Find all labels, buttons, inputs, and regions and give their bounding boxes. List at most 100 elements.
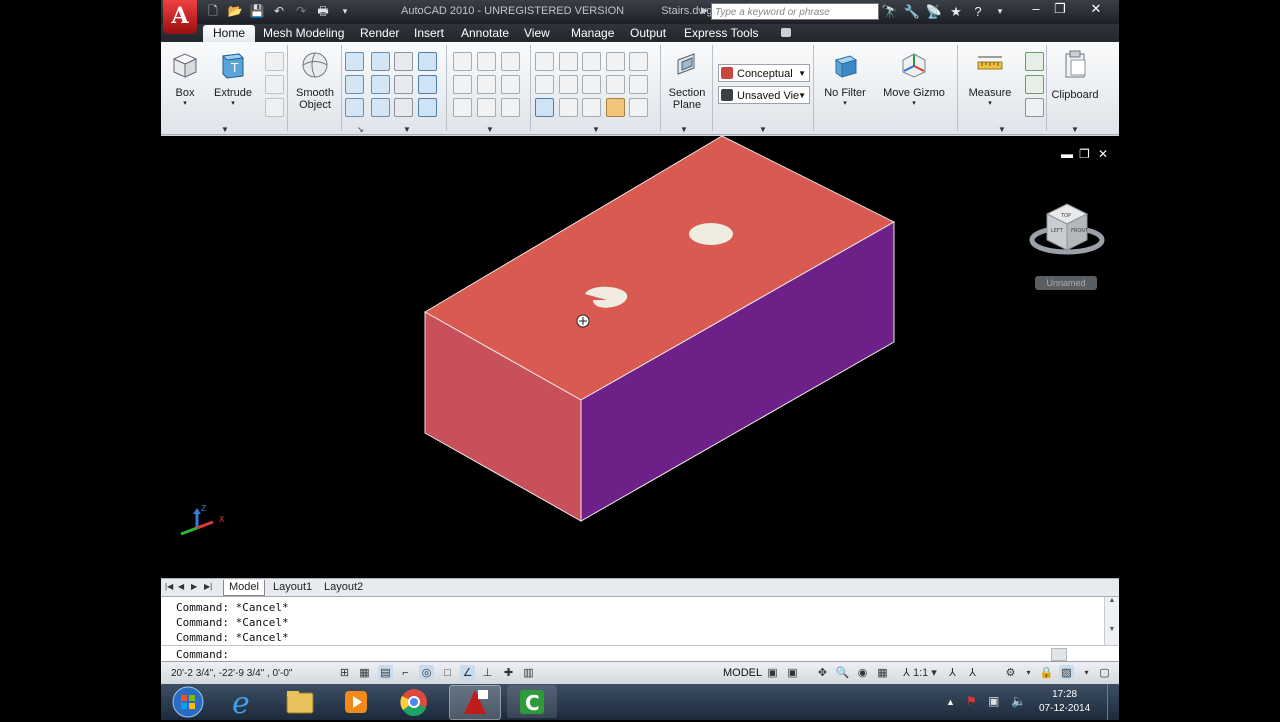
favorites-star-icon[interactable]: ★ — [947, 3, 965, 20]
fillet-icon[interactable] — [559, 98, 578, 117]
pan-icon[interactable]: ✥ — [815, 665, 830, 681]
scale-icon[interactable] — [629, 52, 648, 71]
status-menu-icon[interactable]: ▾ — [1079, 665, 1094, 681]
hardware-acceleration-icon[interactable]: ▨ — [1059, 665, 1074, 681]
measure-button[interactable]: Measure ▾ — [964, 50, 1016, 107]
new-file-icon[interactable]: 🗋 — [203, 3, 223, 20]
presspull-icon[interactable] — [265, 52, 284, 71]
tab-mesh-modeling[interactable]: Mesh Modeling — [253, 25, 354, 42]
intersect-icon[interactable] — [345, 98, 364, 117]
offset-icon[interactable] — [606, 75, 625, 94]
stretch-icon[interactable] — [606, 52, 625, 71]
polysolid-icon[interactable] — [265, 75, 284, 94]
select-similar-icon[interactable] — [1025, 75, 1044, 94]
3d-array-icon[interactable] — [535, 98, 554, 117]
next-layout-icon[interactable]: ▶ — [191, 581, 200, 593]
system-clock[interactable]: 17:28 07-12-2014 — [1039, 688, 1090, 716]
clean-screen-icon[interactable]: ▢ — [1097, 665, 1112, 681]
autocad-taskbar-icon[interactable] — [449, 685, 501, 720]
plot-icon[interactable]: 🖶 — [313, 3, 333, 20]
annotation-visibility-icon[interactable]: ⅄ — [945, 665, 960, 681]
open-file-icon[interactable]: 📂 — [225, 3, 245, 20]
subtract-icon[interactable] — [345, 75, 364, 94]
action-center-flag-icon[interactable]: ⚑ — [966, 694, 977, 708]
steering-wheel-icon[interactable]: ◉ — [855, 665, 870, 681]
viewport-close-icon[interactable]: ✕ — [1098, 147, 1108, 161]
minimize-icon[interactable]: – — [1023, 0, 1049, 18]
arc-icon[interactable] — [501, 52, 520, 71]
viewcube-top-face[interactable]: TOP — [1060, 213, 1071, 219]
modeling-panel-expand-icon[interactable]: ▼ — [221, 125, 229, 134]
qat-dropdown-icon[interactable]: ▾ — [335, 3, 355, 20]
extrude-faces-icon[interactable] — [418, 52, 437, 71]
section-panel-expand-icon[interactable]: ▼ — [680, 125, 688, 134]
line-icon[interactable] — [477, 75, 496, 94]
tab-express-tools[interactable]: Express Tools — [674, 25, 768, 42]
polyline-icon[interactable] — [453, 52, 472, 71]
no-filter-button[interactable]: No Filter ▾ — [819, 50, 871, 107]
explode-icon[interactable] — [629, 75, 648, 94]
box-button[interactable]: Box ▾ — [167, 50, 203, 107]
solid-edit-panel-expand-icon[interactable]: ▼ — [403, 125, 411, 134]
quick-view-layouts-icon[interactable]: ▣ — [765, 665, 780, 681]
save-icon[interactable]: 💾 — [247, 3, 267, 20]
slice-icon[interactable] — [371, 75, 390, 94]
ortho-mode-icon[interactable]: ⌐ — [398, 665, 413, 681]
clipboard-button[interactable]: Clipboard — [1048, 46, 1102, 101]
tab-insert[interactable]: Insert — [404, 25, 454, 42]
viewcube-front-face[interactable]: FRONT — [1071, 228, 1089, 234]
internet-explorer-icon[interactable]: e — [219, 685, 269, 721]
move-icon[interactable] — [582, 52, 601, 71]
workspace-switch-icon[interactable]: ⚙ — [1003, 665, 1018, 681]
erase-icon[interactable] — [606, 98, 625, 117]
communication-icon[interactable]: 📡 — [925, 3, 943, 20]
mesh-panel-expand-icon[interactable]: ↘ — [357, 125, 364, 134]
auto-scale-icon[interactable]: ⅄ — [965, 665, 980, 681]
calculator-icon[interactable] — [1025, 98, 1044, 117]
search-expand-icon[interactable]: ▶ — [701, 5, 708, 16]
volume-icon[interactable]: 🔈 — [1011, 694, 1026, 708]
redo-icon[interactable]: ↷ — [291, 3, 311, 20]
model-space-toggle[interactable]: MODEL — [723, 667, 762, 679]
dynamic-input-icon[interactable]: ▥ — [521, 665, 536, 681]
hatch-icon[interactable] — [477, 52, 496, 71]
align-icon[interactable] — [535, 75, 554, 94]
application-menu-button[interactable]: A — [163, 0, 197, 34]
rotate-icon[interactable] — [582, 75, 601, 94]
rectangle-icon[interactable] — [477, 98, 496, 117]
undo-icon[interactable]: ↶ — [269, 3, 289, 20]
show-hidden-icons[interactable]: ▲ — [946, 697, 955, 707]
3d-mirror-icon[interactable] — [559, 75, 578, 94]
scroll-up-icon[interactable]: ▲ — [1105, 597, 1119, 604]
tab-render[interactable]: Render — [350, 25, 409, 42]
ucs-name-button[interactable]: Unnamed — [1035, 276, 1097, 290]
tab-output[interactable]: Output — [620, 25, 676, 42]
chrome-icon[interactable] — [389, 685, 439, 718]
extrude-button[interactable]: T Extrude ▾ — [213, 50, 253, 107]
shell-icon[interactable] — [394, 98, 413, 117]
tab-layout1[interactable]: Layout1 — [268, 580, 317, 595]
draw-panel-expand-icon[interactable]: ▼ — [486, 125, 494, 134]
viewport-minimize-icon[interactable]: ▬ — [1061, 147, 1073, 161]
grid-display-icon[interactable]: ▤ — [378, 665, 393, 681]
spline-icon[interactable] — [453, 75, 472, 94]
first-layout-icon[interactable]: |◀ — [165, 581, 174, 593]
workspace-dropdown-icon[interactable]: ▾ — [1021, 665, 1036, 681]
horizontal-scroll-thumb[interactable] — [1051, 648, 1067, 661]
tab-manage[interactable]: Manage — [561, 25, 624, 42]
restore-icon[interactable]: ❐ — [1047, 0, 1073, 18]
modify-panel-expand-icon[interactable]: ▼ — [592, 125, 600, 134]
union-icon[interactable] — [345, 52, 364, 71]
quick-view-drawings-icon[interactable]: ▣ — [785, 665, 800, 681]
smooth-object-button[interactable]: Smooth Object — [291, 50, 339, 111]
dynamic-ucs-icon[interactable]: ✚ — [501, 665, 516, 681]
scroll-down-icon[interactable]: ▼ — [1105, 626, 1119, 633]
imprint-icon[interactable] — [394, 75, 413, 94]
help-dropdown-icon[interactable]: ▾ — [991, 3, 1009, 20]
binoculars-icon[interactable]: 🔭 — [881, 3, 899, 20]
object-snap-icon[interactable]: □ — [440, 665, 455, 681]
show-desktop-button[interactable] — [1107, 684, 1118, 720]
tab-model[interactable]: Model — [223, 580, 265, 596]
tab-layout2[interactable]: Layout2 — [319, 580, 368, 595]
close-icon[interactable]: ✕ — [1083, 0, 1109, 18]
